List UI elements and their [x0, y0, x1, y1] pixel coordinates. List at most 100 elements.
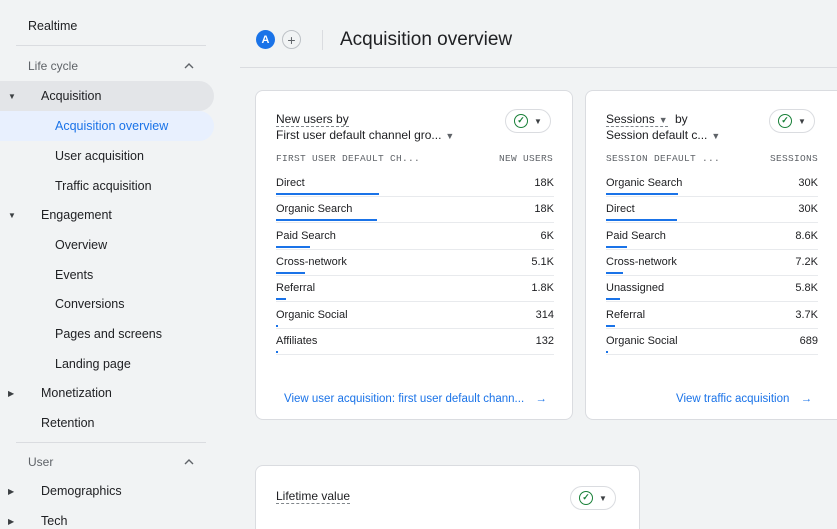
share-bar: [606, 350, 608, 353]
check-circle-icon: ✓: [778, 114, 793, 128]
table-row[interactable]: Paid Search 8.6K: [606, 228, 818, 254]
column-header-dimension: FIRST USER DEFAULT CH...: [276, 153, 421, 164]
header-divider: [322, 30, 323, 50]
section-header-lifecycle[interactable]: Life cycle: [28, 52, 208, 80]
sidebar-item-label: Acquisition overview: [55, 119, 169, 133]
table-row[interactable]: Organic Search 18K: [276, 201, 554, 227]
table-row[interactable]: Direct 30K: [606, 201, 818, 227]
sidebar-item-acquisition-overview[interactable]: Acquisition overview: [55, 112, 168, 140]
table-row[interactable]: Direct 18K: [276, 175, 554, 201]
row-label: Cross-network: [276, 255, 347, 268]
sidebar-item-monetization[interactable]: ▶ Monetization: [0, 379, 214, 407]
sidebar-item-user-acquisition[interactable]: User acquisition: [55, 142, 144, 170]
sidebar-item-label: Tech: [41, 514, 68, 528]
sidebar-item-engagement[interactable]: ▼ Engagement: [0, 201, 214, 229]
sidebar-item-overview[interactable]: Overview: [55, 231, 107, 259]
add-comparison-button[interactable]: +: [282, 30, 301, 49]
caret-down-icon: ▼: [711, 131, 721, 141]
dimension-label: Session default c...: [606, 128, 708, 142]
view-traffic-acquisition-link[interactable]: View traffic acquisition →: [676, 393, 812, 405]
sidebar-item-acquisition[interactable]: ▼ Acquisition: [0, 82, 214, 110]
row-label: Affiliates: [276, 334, 318, 347]
sidebar-item-demographics[interactable]: ▶ Demographics: [0, 477, 214, 505]
row-label: Referral: [606, 308, 646, 321]
dimension-label: First user default channel gro...: [276, 128, 442, 142]
metric-selector[interactable]: New users by: [276, 112, 349, 127]
sidebar-item-pages-and-screens[interactable]: Pages and screens: [55, 320, 162, 348]
sidebar-item-events[interactable]: Events: [55, 261, 93, 289]
view-user-acquisition-link[interactable]: View user acquisition: first user defaul…: [284, 393, 547, 405]
row-value: 30K: [798, 203, 818, 216]
table-row[interactable]: Unassigned 5.8K: [606, 280, 818, 306]
row-value: 5.1K: [531, 255, 554, 268]
card-title: New users by: [276, 112, 349, 127]
caret-down-icon: ▼: [534, 116, 542, 126]
row-label: Cross-network: [606, 255, 677, 268]
row-divider: [276, 196, 554, 197]
sidebar-item-label: Realtime: [28, 19, 78, 33]
sidebar-item-label: Engagement: [41, 208, 112, 222]
section-label: User: [28, 455, 54, 469]
table-row[interactable]: Cross-network 5.1K: [276, 254, 554, 280]
share-bar: [276, 298, 287, 301]
metric-selector[interactable]: Sessions ▼: [606, 112, 668, 127]
table-row[interactable]: Cross-network 7.2K: [606, 254, 818, 280]
row-divider: [276, 301, 554, 303]
share-bar: [276, 193, 379, 195]
sidebar-item-label: Overview: [55, 238, 108, 252]
table-row[interactable]: Referral 1.8K: [276, 280, 554, 306]
caret-down-icon: ▼: [798, 116, 806, 126]
table-row[interactable]: Affiliates 132: [276, 333, 554, 359]
share-bar: [606, 298, 620, 301]
arrow-right-icon: →: [800, 393, 813, 405]
row-label: Organic Social: [606, 334, 678, 347]
row-divider: [606, 327, 818, 329]
row-divider: [276, 248, 554, 250]
row-divider: [276, 274, 554, 276]
divider: [16, 45, 206, 46]
caret-right-icon: ▶: [8, 486, 15, 496]
filter-status-button[interactable]: ✓ ▼: [570, 486, 616, 510]
filter-status-button[interactable]: ✓ ▼: [769, 109, 815, 133]
table-row[interactable]: Organic Social 314: [276, 307, 554, 333]
sidebar-item-realtime[interactable]: Realtime: [28, 12, 77, 40]
sidebar-nav: Realtime Life cycle ▼ Acquisition Acquis…: [0, 0, 224, 529]
row-label: Direct: [276, 177, 305, 189]
card-lifetime-value: Lifetime value ✓ ▼: [255, 465, 640, 529]
page-title: Acquisition overview: [340, 29, 513, 50]
table-row[interactable]: Referral 3.7K: [606, 307, 818, 333]
row-label: Organic Social: [276, 308, 348, 321]
arrow-right-icon: →: [535, 393, 547, 405]
comparison-avatar[interactable]: A: [256, 30, 275, 49]
table-row[interactable]: Organic Social 689: [606, 333, 818, 359]
dimension-selector[interactable]: First user default channel gro... ▼: [276, 128, 454, 144]
dimension-selector[interactable]: Session default c... ▼: [606, 128, 720, 144]
link-label: View traffic acquisition: [676, 393, 790, 405]
table-row[interactable]: Paid Search 6K: [276, 228, 554, 254]
card-sessions: Sessions ▼ by Session default c... ▼ ✓ ▼ S…: [585, 90, 837, 420]
row-divider: [276, 222, 554, 224]
column-header-metric: NEW USERS: [498, 153, 553, 164]
sidebar-item-label: Conversions: [55, 297, 125, 311]
filter-status-button[interactable]: ✓ ▼: [505, 109, 551, 133]
sidebar-item-tech[interactable]: ▶ Tech: [0, 507, 214, 529]
check-circle-icon: ✓: [514, 114, 529, 128]
sidebar-item-label: Pages and screens: [55, 327, 163, 341]
row-label: Paid Search: [606, 229, 666, 242]
header-underline: [240, 67, 837, 68]
row-divider: [276, 327, 554, 329]
share-bar: [606, 271, 624, 274]
row-value: 5.8K: [795, 282, 818, 295]
row-divider: [606, 196, 818, 197]
sidebar-item-label: User acquisition: [55, 149, 144, 163]
table-row[interactable]: Organic Search 30K: [606, 175, 818, 201]
metric-selector[interactable]: Lifetime value: [276, 489, 351, 504]
sidebar-item-retention[interactable]: Retention: [41, 409, 95, 437]
section-header-user[interactable]: User: [28, 448, 208, 476]
row-label: Organic Search: [276, 203, 353, 216]
row-label: Referral: [276, 282, 316, 295]
sidebar-item-traffic-acquisition[interactable]: Traffic acquisition: [55, 172, 152, 200]
sidebar-item-landing-page[interactable]: Landing page: [55, 350, 131, 378]
sidebar-item-conversions[interactable]: Conversions: [55, 290, 124, 318]
caret-down-icon: ▼: [445, 131, 455, 141]
